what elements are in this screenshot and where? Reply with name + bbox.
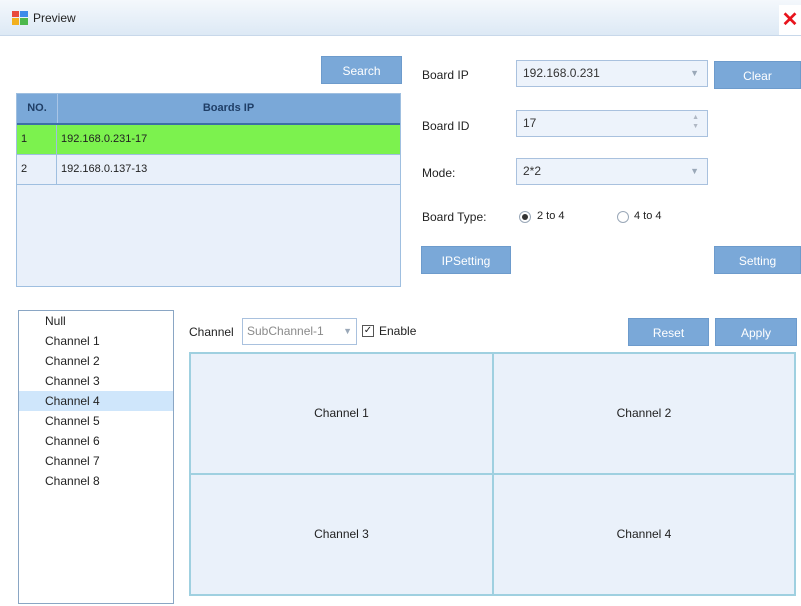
board-ip-combo[interactable]: 192.168.0.231 ▼: [516, 60, 708, 87]
clear-button[interactable]: Clear: [714, 61, 801, 89]
list-item[interactable]: Channel 3: [19, 371, 173, 391]
grid-cell-3[interactable]: Channel 3: [190, 474, 493, 595]
list-item[interactable]: Channel 7: [19, 451, 173, 471]
chevron-down-icon: ▼: [690, 166, 699, 176]
table-header: NO. Boards IP: [17, 94, 400, 125]
list-item[interactable]: Channel 2: [19, 351, 173, 371]
radio-4to4[interactable]: [617, 211, 629, 223]
list-item[interactable]: Null: [19, 311, 173, 331]
close-icon[interactable]: ✕: [779, 5, 801, 35]
list-item[interactable]: Channel 4: [19, 391, 173, 411]
radio-2to4-label: 2 to 4: [537, 210, 565, 222]
setting-button[interactable]: Setting: [714, 246, 801, 274]
mode-label: Mode:: [422, 166, 456, 180]
mode-combo[interactable]: 2*2 ▼: [516, 158, 708, 185]
column-header-boards-ip[interactable]: Boards IP: [57, 94, 400, 123]
mode-value: 2*2: [523, 164, 542, 178]
spinner-arrows-icon[interactable]: ▲ ▼: [692, 113, 699, 131]
list-item[interactable]: Channel 5: [19, 411, 173, 431]
table-row[interactable]: 1 192.168.0.231-17: [17, 125, 400, 155]
row-ip: 192.168.0.231-17: [61, 133, 148, 145]
radio-2to4[interactable]: [519, 211, 531, 223]
board-type-label: Board Type:: [422, 210, 487, 224]
radio-4to4-label: 4 to 4: [634, 210, 662, 222]
chevron-down-icon: ▼: [343, 326, 352, 336]
board-id-value: 17: [523, 116, 537, 130]
enable-checkbox[interactable]: ✓: [362, 325, 374, 337]
search-button[interactable]: Search: [321, 56, 402, 84]
row-no: 2: [17, 155, 57, 184]
board-id-spinner[interactable]: 17 ▲ ▼: [516, 110, 708, 137]
row-ip: 192.168.0.137-13: [61, 163, 148, 175]
enable-label: Enable: [379, 324, 417, 338]
subchannel-value: SubChannel-1: [247, 324, 324, 338]
column-header-no[interactable]: NO.: [17, 94, 58, 123]
list-item[interactable]: Channel 1: [19, 331, 173, 351]
grid-cell-1[interactable]: Channel 1: [190, 353, 493, 474]
ipsetting-button[interactable]: IPSetting: [421, 246, 511, 274]
table-row[interactable]: 2 192.168.0.137-13: [17, 155, 400, 185]
channel-list[interactable]: Null Channel 1 Channel 2 Channel 3 Chann…: [18, 310, 174, 604]
list-item[interactable]: Channel 6: [19, 431, 173, 451]
channel-grid: Channel 1 Channel 2 Channel 3 Channel 4: [189, 352, 796, 596]
apply-button[interactable]: Apply: [715, 318, 797, 346]
board-ip-value: 192.168.0.231: [523, 66, 600, 80]
title-bar: Preview ✕: [0, 0, 801, 36]
board-ip-label: Board IP: [422, 68, 469, 82]
boards-table: NO. Boards IP 1 192.168.0.231-17 2 192.1…: [16, 93, 401, 287]
channel-label: Channel: [189, 325, 234, 339]
window-title: Preview: [33, 11, 76, 25]
list-item[interactable]: Channel 8: [19, 471, 173, 491]
grid-cell-2[interactable]: Channel 2: [493, 353, 795, 474]
chevron-down-icon: ▼: [690, 68, 699, 78]
subchannel-combo[interactable]: SubChannel-1 ▼: [242, 318, 357, 345]
app-icon: [12, 11, 28, 25]
row-no: 1: [17, 125, 57, 154]
reset-button[interactable]: Reset: [628, 318, 709, 346]
grid-cell-4[interactable]: Channel 4: [493, 474, 795, 595]
board-id-label: Board ID: [422, 119, 470, 133]
